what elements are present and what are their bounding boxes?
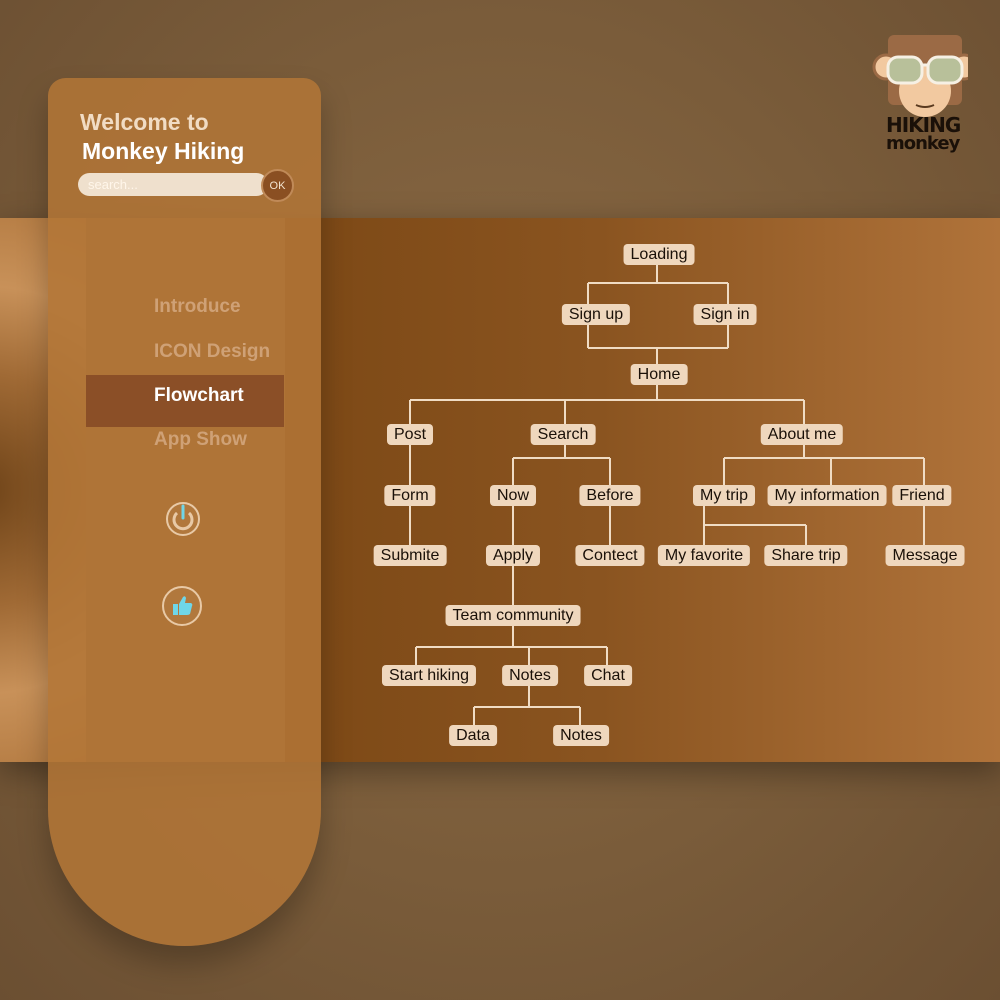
flow-node-loading: Loading bbox=[623, 244, 695, 265]
flow-node-team-community: Team community bbox=[445, 605, 581, 626]
thumbs-up-icon[interactable] bbox=[162, 586, 202, 626]
flow-node-submite: Submite bbox=[373, 545, 447, 566]
flow-node-sign-up: Sign up bbox=[561, 304, 631, 325]
flow-node-my-trip: My trip bbox=[693, 485, 755, 506]
flow-node-sign-in: Sign in bbox=[693, 304, 757, 325]
search-input[interactable] bbox=[78, 173, 268, 196]
nav-item-flowchart[interactable]: Flowchart bbox=[154, 385, 244, 407]
logo-text-monkey: monkey bbox=[886, 133, 960, 154]
flow-node-notes: Notes bbox=[502, 665, 558, 686]
flow-node-about-me: About me bbox=[760, 424, 844, 445]
flow-node-my-information: My information bbox=[767, 485, 887, 506]
flow-node-my-favorite: My favorite bbox=[657, 545, 751, 566]
flow-node-notes-sub: Notes bbox=[553, 725, 609, 746]
flow-node-now: Now bbox=[489, 485, 537, 506]
nav-item-icon-design[interactable]: ICON Design bbox=[154, 341, 270, 363]
search-ok-button[interactable]: OK bbox=[261, 169, 294, 202]
flow-node-friend: Friend bbox=[892, 485, 952, 506]
hiking-monkey-logo: HIKING monkey bbox=[872, 33, 978, 163]
flow-node-apply: Apply bbox=[485, 545, 541, 566]
flow-node-contect: Contect bbox=[575, 545, 645, 566]
flow-node-share-trip: Share trip bbox=[764, 545, 848, 566]
app-title: Monkey Hiking bbox=[82, 138, 245, 164]
flow-node-form: Form bbox=[384, 485, 436, 506]
flow-node-chat: Chat bbox=[584, 665, 632, 686]
flow-node-data: Data bbox=[449, 725, 497, 746]
flow-node-home: Home bbox=[630, 364, 688, 385]
nav-item-introduce[interactable]: Introduce bbox=[154, 296, 241, 318]
power-icon[interactable] bbox=[166, 502, 200, 536]
nav-item-app-show[interactable]: App Show bbox=[154, 429, 247, 451]
flow-node-post: Post bbox=[386, 424, 434, 445]
flow-node-start-hiking: Start hiking bbox=[381, 665, 477, 686]
flow-node-search: Search bbox=[530, 424, 596, 445]
welcome-heading: Welcome to bbox=[80, 109, 209, 135]
flow-node-before: Before bbox=[579, 485, 641, 506]
flow-node-message: Message bbox=[885, 545, 965, 566]
